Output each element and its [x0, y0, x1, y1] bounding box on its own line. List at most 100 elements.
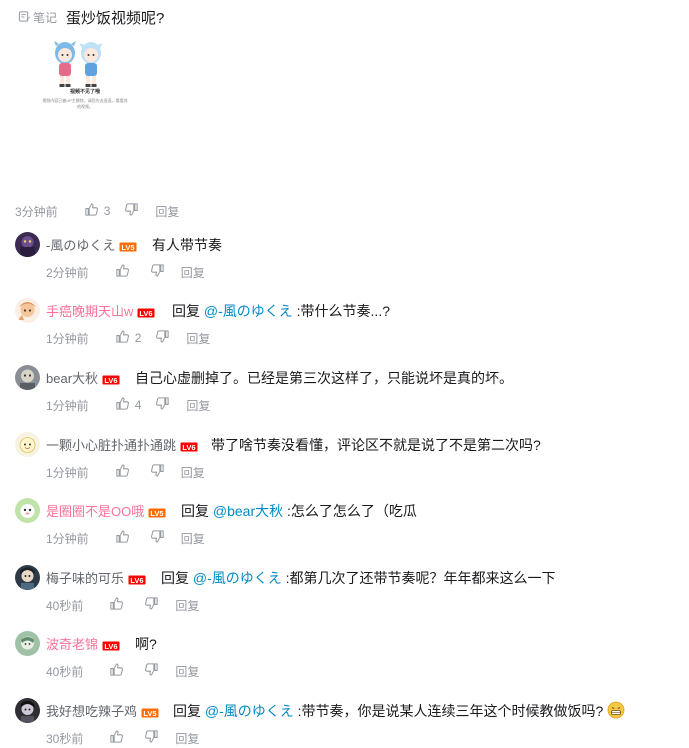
dislike-button[interactable] [155, 396, 170, 414]
like-button[interactable] [109, 662, 124, 680]
reply-meta: 1分钟前 2 回复 [46, 330, 210, 346]
username[interactable]: 是圈圈不是OO哦 LV5 [46, 501, 166, 520]
thumbs-down-icon [144, 729, 159, 747]
avatar[interactable] [15, 565, 40, 590]
dislike-button[interactable] [150, 263, 165, 281]
thumbs-up-icon [115, 329, 130, 347]
username-text: 波奇老锦 [46, 637, 99, 652]
level-text: LV6 [182, 443, 195, 452]
reply-meta: 30秒前 回复 [46, 730, 199, 746]
reply-button[interactable]: 回复 [181, 464, 205, 481]
like-button[interactable] [115, 463, 130, 481]
reply-button[interactable]: 回复 [186, 397, 210, 414]
dislike-button[interactable] [144, 729, 159, 747]
avatar[interactable] [15, 298, 40, 323]
reply-meta: 1分钟前 回复 [46, 464, 205, 480]
reply-meta: 2分钟前 回复 [46, 264, 205, 280]
like-button[interactable]: 3 [84, 202, 110, 220]
avatar[interactable] [15, 498, 40, 523]
reply-content: 带了啥节奏没看懂，评论区不就是说了不是第二次吗? [211, 435, 541, 455]
dislike-button[interactable] [155, 329, 170, 347]
reply-prefix: 回复 [161, 570, 193, 586]
reply-content: 有人带节奏 [152, 235, 222, 255]
comment-time: 40秒前 [46, 664, 84, 679]
reply-button[interactable]: 回复 [181, 264, 205, 281]
username[interactable]: 波奇老锦 LV6 [46, 634, 120, 653]
reply-text: :都第几次了还带节奏呢？年年都来这么一下 [281, 570, 556, 586]
like-count: 2 [134, 331, 142, 345]
dislike-button[interactable] [150, 463, 165, 481]
comment-image[interactable]: 视频不见了哦 视频内容已被UP主删除，请您先去逛逛，看看其他视频。 [40, 38, 130, 122]
reply-content: 回复 @-風のゆくえ :带节奏，你是说某人连续三年这个时候教做饭吗? [173, 701, 625, 721]
reply-prefix: 回复 [181, 503, 213, 519]
username-text: -風のゆくえ [46, 238, 116, 253]
username[interactable]: 梅子味的可乐 LV6 [46, 568, 146, 587]
dislike-button[interactable] [150, 529, 165, 547]
reply-text: 自己心虚删掉了。已经是第三次这样了，只能说坏是真的坏。 [135, 370, 513, 386]
reply-meta: 1分钟前 4 回复 [46, 397, 210, 413]
thumbs-down-icon [155, 396, 170, 414]
note-tag[interactable]: 笔记 [18, 9, 57, 26]
reply-meta: 40秒前 回复 [46, 663, 199, 679]
username-text: 梅子味的可乐 [46, 571, 125, 586]
reply-item: 是圈圈不是OO哦 LV5 回复 @bear大秋 :怎么了怎么了（吃瓜 1分钟前 回… [0, 496, 689, 562]
thumbs-down-icon [144, 596, 159, 614]
dislike-button[interactable] [144, 596, 159, 614]
comment-time: 1分钟前 [46, 465, 89, 480]
username[interactable]: bear大秋 LV6 [46, 368, 120, 387]
reply-content: 回复 @bear大秋 :怎么了怎么了（吃瓜 [181, 501, 417, 521]
like-count: 4 [134, 398, 142, 412]
mention-link[interactable]: @-風のゆくえ [193, 570, 282, 586]
mention-link[interactable]: @-風のゆくえ [205, 703, 294, 719]
like-button[interactable] [109, 596, 124, 614]
username[interactable]: -風のゆくえ LV5 [46, 235, 137, 254]
thumbs-down-icon [150, 463, 165, 481]
reply-text: :带什么节奏...? [292, 303, 390, 319]
reply-button[interactable]: 回复 [175, 597, 199, 614]
reply-button[interactable]: 回复 [175, 663, 199, 680]
image-description: 视频内容已被UP主删除，请您先去逛逛，看看其他视频。 [42, 98, 128, 109]
username[interactable]: 我好想吃辣子鸡 LV5 [46, 701, 159, 720]
reply-item: 我好想吃辣子鸡 LV5 回复 @-風のゆくえ :带节奏，你是说某人连续三年这个时候… [0, 696, 689, 748]
mention-link[interactable]: @bear大秋 [213, 503, 283, 519]
like-button[interactable]: 2 [115, 329, 142, 347]
reply-item: 手癌晚期天山w LV6 回复 @-風のゆくえ :带什么节奏...? 1分钟前 2 … [0, 296, 689, 362]
level-badge: LV6 [102, 375, 120, 385]
username[interactable]: 一颗小心脏扑通扑通跳 LV6 [46, 435, 198, 454]
thumbs-up-icon [115, 463, 130, 481]
username[interactable]: 手癌晚期天山w LV6 [46, 301, 155, 320]
reply-content: 回复 @-風のゆくえ :都第几次了还带节奏呢？年年都来这么一下 [161, 568, 556, 588]
username-text: 是圈圈不是OO哦 [46, 504, 145, 519]
reply-button[interactable]: 回复 [155, 203, 179, 220]
level-badge: LV6 [102, 641, 120, 651]
mention-link[interactable]: @-風のゆくえ [204, 303, 293, 319]
reply-button[interactable]: 回复 [186, 330, 210, 347]
reply-content: 啊? [135, 634, 157, 654]
avatar[interactable] [15, 698, 40, 723]
reply-meta: 1分钟前 回复 [46, 530, 205, 546]
note-label: 笔记 [33, 11, 58, 25]
comment-time: 30秒前 [46, 731, 84, 746]
avatar[interactable] [15, 631, 40, 656]
thumbs-up-icon [84, 202, 99, 220]
like-button[interactable]: 4 [115, 396, 142, 414]
avatar[interactable] [15, 432, 40, 457]
avatar[interactable] [15, 232, 40, 257]
thumbs-down-icon [144, 662, 159, 680]
like-button[interactable] [109, 729, 124, 747]
reply-item: bear大秋 LV6 自己心虚删掉了。已经是第三次这样了，只能说坏是真的坏。 1分… [0, 363, 689, 429]
dislike-button[interactable] [144, 662, 159, 680]
level-badge: LV6 [137, 308, 155, 318]
like-button[interactable] [115, 263, 130, 281]
avatar[interactable] [15, 365, 40, 390]
reply-item: 波奇老锦 LV6 啊? 40秒前 回复 [0, 629, 689, 695]
username-text: bear大秋 [46, 371, 99, 386]
like-button[interactable] [115, 529, 130, 547]
level-text: LV5 [151, 509, 164, 518]
level-text: LV6 [104, 642, 117, 651]
reply-item: 一颗小心脏扑通扑通跳 LV6 带了啥节奏没看懂，评论区不就是说了不是第二次吗? 1… [0, 430, 689, 496]
reply-button[interactable]: 回复 [181, 530, 205, 547]
dislike-button[interactable] [124, 202, 139, 220]
reply-text: 带了啥节奏没看懂，评论区不就是说了不是第二次吗? [211, 437, 541, 453]
reply-button[interactable]: 回复 [175, 730, 199, 747]
